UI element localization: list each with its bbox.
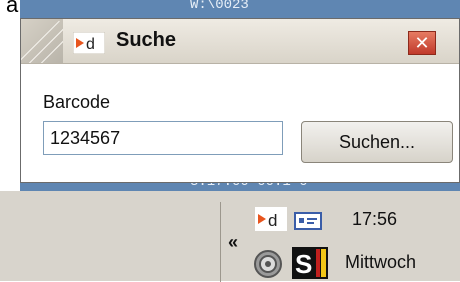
s-app-icon[interactable]: S (292, 247, 328, 279)
background-window-text-top: W:\0023 (190, 0, 249, 13)
dd-logo-icon[interactable]: d (255, 207, 287, 231)
speaker-icon[interactable] (253, 249, 283, 279)
dialog-title: Suche (116, 29, 177, 51)
svg-text:d: d (268, 211, 277, 230)
svg-text:d: d (86, 36, 95, 53)
dialog-body: Barcode Suchen... (21, 64, 459, 182)
barcode-label: Barcode (43, 92, 111, 112)
tray-clock-time[interactable]: 17:56 (352, 209, 397, 230)
close-icon: ✕ (414, 32, 430, 53)
close-button[interactable]: ✕ (408, 31, 436, 55)
barcode-input[interactable] (43, 121, 283, 155)
dialog-titlebar[interactable]: d Suche ✕ (21, 19, 459, 64)
search-dialog: d Suche ✕ Barcode Suchen... (20, 18, 460, 183)
show-hidden-icons-button[interactable]: « (228, 232, 238, 253)
dialog-grip (21, 19, 63, 63)
search-button[interactable]: Suchen... (301, 121, 453, 163)
tray-clock-day[interactable]: Mittwoch (345, 252, 416, 273)
network-card-icon[interactable] (294, 210, 322, 232)
svg-text:S: S (295, 249, 312, 279)
tray-divider (220, 202, 221, 282)
dd-logo-icon: d (73, 32, 105, 54)
